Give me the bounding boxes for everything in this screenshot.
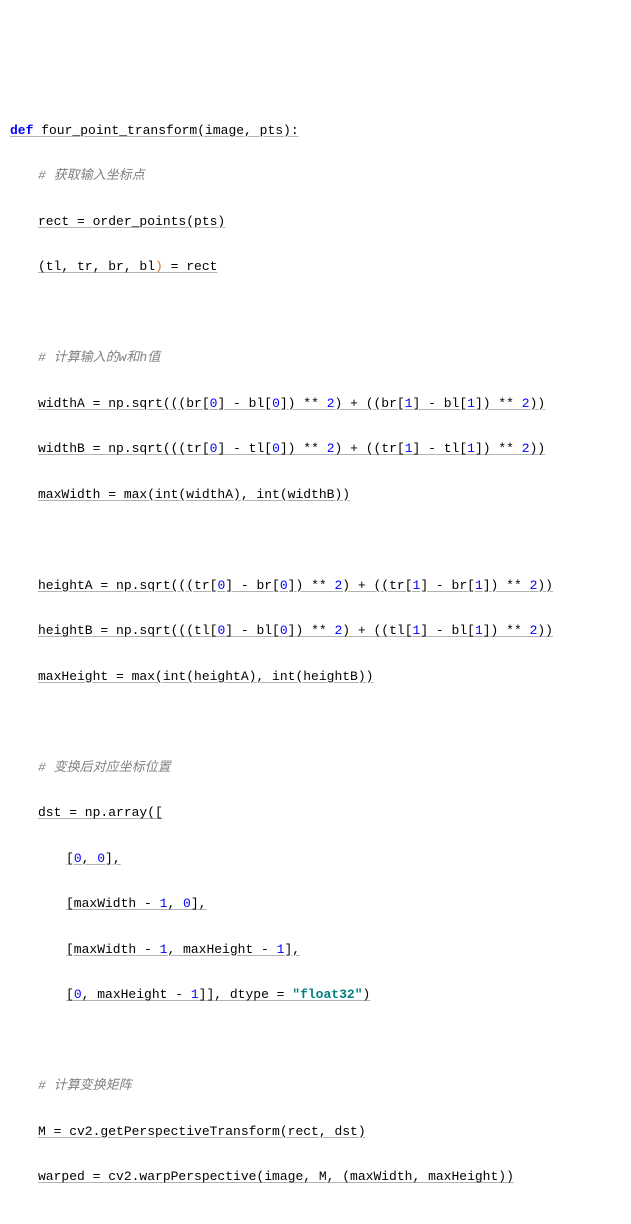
line-code: dst = np.array([ (38, 802, 621, 825)
line-code: widthB = np.sqrt(((tr[0] - tl[0]) ** 2) … (38, 438, 621, 461)
line-code: [maxWidth - 1, 0], (66, 893, 621, 916)
line-code: [0, 0], (66, 848, 621, 871)
keyword-def: def (10, 123, 33, 138)
line-code: heightA = np.sqrt(((tr[0] - br[0]) ** 2)… (38, 575, 621, 598)
line-comment: # 计算输入的w和h值 (38, 347, 621, 370)
line-comment: # 计算变换矩阵 (38, 1075, 621, 1098)
blank-line (10, 529, 621, 552)
blank-line (10, 1030, 621, 1053)
line-code: maxWidth = max(int(widthA), int(widthB)) (38, 484, 621, 507)
line-code: (tl, tr, br, bl) = rect (38, 256, 621, 279)
blank-line (10, 1212, 621, 1224)
line-code: heightB = np.sqrt(((tl[0] - bl[0]) ** 2)… (38, 620, 621, 643)
blank-line (10, 711, 621, 734)
line-code: M = cv2.getPerspectiveTransform(rect, ds… (38, 1121, 621, 1144)
blank-line (10, 302, 621, 325)
line-code: rect = order_points(pts) (38, 211, 621, 234)
line-code: warped = cv2.warpPerspective(image, M, (… (38, 1166, 621, 1189)
line-code: maxHeight = max(int(heightA), int(height… (38, 666, 621, 689)
line-code: [maxWidth - 1, maxHeight - 1], (66, 939, 621, 962)
line-def: def four_point_transform(image, pts): (10, 120, 621, 143)
line-comment: # 变换后对应坐标位置 (38, 757, 621, 780)
line-code: [0, maxHeight - 1]], dtype = "float32") (66, 984, 621, 1007)
func-signature: four_point_transform(image, pts): (33, 123, 298, 138)
code-block: def four_point_transform(image, pts): # … (10, 97, 621, 1224)
line-code: widthA = np.sqrt(((br[0] - bl[0]) ** 2) … (38, 393, 621, 416)
line-comment: # 获取输入坐标点 (38, 165, 621, 188)
